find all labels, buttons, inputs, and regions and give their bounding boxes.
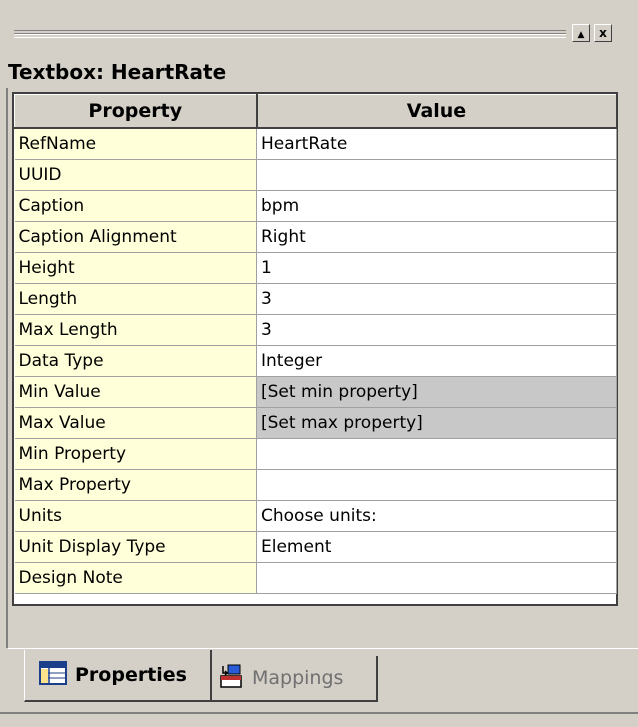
property-name-cell[interactable]: Max Property xyxy=(14,469,257,501)
table-row[interactable]: Unit Display Type Element xyxy=(14,531,617,563)
column-header-value[interactable]: Value xyxy=(256,94,618,129)
property-value-cell[interactable] xyxy=(256,469,617,501)
dock-bar: ▲ x xyxy=(0,0,638,50)
table-row[interactable]: Units Choose units: xyxy=(14,500,617,532)
property-rows: RefName HeartRate UUID Caption bpm Caption Al… xyxy=(14,128,617,594)
property-value-cell[interactable]: 3 xyxy=(256,283,617,315)
table-row[interactable]: Design Note xyxy=(14,562,617,594)
property-name-cell[interactable]: Data Type xyxy=(14,345,257,377)
table-row[interactable]: RefName HeartRate xyxy=(14,128,617,160)
property-name-cell[interactable]: UUID xyxy=(14,159,257,191)
property-value-cell[interactable]: 3 xyxy=(256,314,617,346)
table-header-row: Property Value xyxy=(14,94,618,129)
property-name-cell[interactable]: Length xyxy=(14,283,257,315)
property-name-cell[interactable]: Max Length xyxy=(14,314,257,346)
panel-title: Textbox: HeartRate xyxy=(8,60,227,84)
property-name-cell[interactable]: Max Value xyxy=(14,407,257,439)
panel-border xyxy=(6,88,8,648)
table-row[interactable]: Max Value [Set max property] xyxy=(14,407,617,439)
property-name-cell[interactable]: Caption Alignment xyxy=(14,221,257,253)
property-name-cell[interactable]: Min Property xyxy=(14,438,257,470)
close-icon: x xyxy=(599,26,607,40)
property-name-cell[interactable]: Caption xyxy=(14,190,257,222)
table-row[interactable]: Min Property xyxy=(14,438,617,470)
table-row[interactable]: Max Property xyxy=(14,469,617,501)
table-row[interactable]: Length 3 xyxy=(14,283,617,315)
table-row[interactable]: Data Type Integer xyxy=(14,345,617,377)
tab-mappings[interactable]: Mappings xyxy=(212,656,378,702)
tab-properties[interactable]: Properties xyxy=(24,650,212,702)
property-name-cell[interactable]: Unit Display Type xyxy=(14,531,257,563)
property-name-cell[interactable]: RefName xyxy=(14,128,257,160)
property-name-cell[interactable]: Units xyxy=(14,500,257,532)
property-value-cell[interactable]: Right xyxy=(256,221,617,253)
property-value-cell[interactable]: 1 xyxy=(256,252,617,284)
property-grid: Property Value RefName HeartRate UUID Capti… xyxy=(12,92,618,606)
table-row[interactable]: Caption bpm xyxy=(14,190,617,222)
property-value-cell[interactable]: Element xyxy=(256,531,617,563)
property-value-cell[interactable]: bpm xyxy=(256,190,617,222)
property-value-cell[interactable]: HeartRate xyxy=(256,128,617,160)
table-row[interactable]: UUID xyxy=(14,159,617,191)
tab-mappings-label: Mappings xyxy=(252,667,344,689)
property-name-cell[interactable]: Min Value xyxy=(14,376,257,408)
property-value-cell[interactable] xyxy=(256,562,617,594)
property-name-cell[interactable]: Height xyxy=(14,252,257,284)
property-value-cell[interactable]: [Set min property] xyxy=(256,376,617,408)
property-name-cell[interactable]: Design Note xyxy=(14,562,257,594)
tab-properties-label: Properties xyxy=(75,664,187,686)
table-row[interactable]: Max Length 3 xyxy=(14,314,617,346)
property-value-cell[interactable]: [Set max property] xyxy=(256,407,617,439)
properties-grid-icon xyxy=(39,660,67,690)
column-header-property[interactable]: Property xyxy=(14,94,258,129)
dock-arrow-button[interactable]: ▲ xyxy=(572,24,590,42)
property-table: Property Value RefName HeartRate UUID Capti… xyxy=(14,94,618,594)
property-value-cell[interactable]: Choose units: xyxy=(256,500,617,532)
property-value-cell[interactable] xyxy=(256,438,617,470)
property-value-cell[interactable] xyxy=(256,159,617,191)
table-row[interactable]: Caption Alignment Right xyxy=(14,221,617,253)
triangle-up-icon: ▲ xyxy=(577,30,585,40)
property-value-cell[interactable]: Integer xyxy=(256,345,617,377)
mappings-icon xyxy=(218,663,244,694)
close-button[interactable]: x xyxy=(594,24,612,42)
table-row[interactable]: Height 1 xyxy=(14,252,617,284)
table-row[interactable]: Min Value [Set min property] xyxy=(14,376,617,408)
dock-grip[interactable] xyxy=(14,30,566,38)
